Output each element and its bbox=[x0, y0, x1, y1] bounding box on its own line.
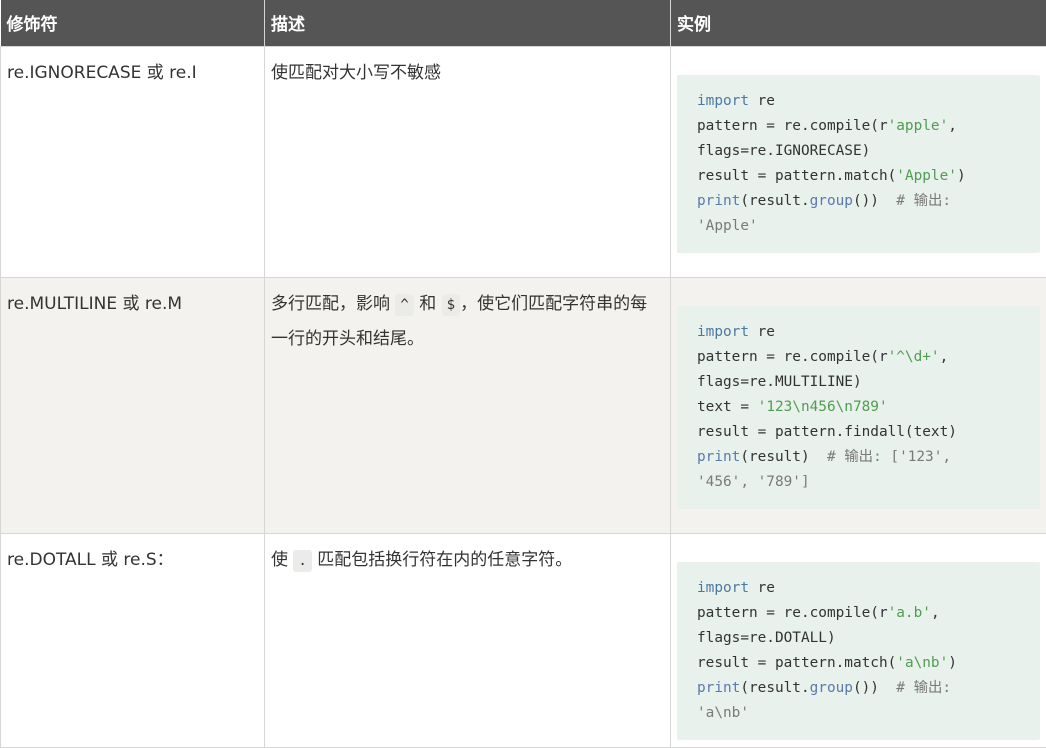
code-text: result = pattern.findall(text) bbox=[697, 424, 957, 440]
code-text: flags=re.DOTALL) bbox=[697, 630, 836, 646]
description-text: 和 bbox=[414, 294, 442, 314]
code-builtin: print bbox=[697, 680, 740, 696]
header-flag: 修饰符 bbox=[1, 0, 265, 46]
table-row: re.DOTALL 或 re.S： 使 . 匹配包括换行符在内的任意字符。 im… bbox=[1, 533, 1046, 747]
code-text: , bbox=[931, 605, 940, 621]
code-text: , bbox=[948, 118, 957, 134]
code-text: (result. bbox=[740, 193, 809, 209]
code-text: ()) bbox=[853, 680, 896, 696]
description-cell: 多行匹配，影响 ^ 和 $，使它们匹配字符串的每一行的开头和结尾。 bbox=[265, 277, 671, 533]
code-text: ()) bbox=[853, 193, 896, 209]
code-string: '123\n456\n789' bbox=[758, 399, 888, 415]
code-comment: # 输出: bbox=[896, 193, 951, 209]
code-keyword: import bbox=[697, 580, 749, 596]
code-comment: 'Apple' bbox=[697, 218, 758, 234]
description-text: 使匹配对大小写不敏感 bbox=[271, 63, 441, 83]
example-cell: import re pattern = re.compile(r'^\d+', … bbox=[671, 277, 1046, 533]
code-keyword: import bbox=[697, 93, 749, 109]
description-cell: 使匹配对大小写不敏感 bbox=[265, 46, 671, 277]
code-text: re bbox=[749, 580, 775, 596]
code-string: 'a.b' bbox=[888, 605, 931, 621]
code-text: pattern = re.compile(r bbox=[697, 349, 888, 365]
flag-name: re.IGNORECASE 或 re.I bbox=[7, 63, 197, 83]
code-string: 'a\nb' bbox=[896, 655, 948, 671]
description-cell: 使 . 匹配包括换行符在内的任意字符。 bbox=[265, 533, 671, 747]
code-block: import re pattern = re.compile(r'^\d+', … bbox=[677, 306, 1040, 509]
code-text: flags=re.IGNORECASE) bbox=[697, 143, 870, 159]
example-cell: import re pattern = re.compile(r'a.b', f… bbox=[671, 533, 1046, 747]
code-builtin: print bbox=[697, 193, 740, 209]
code-string: 'apple' bbox=[888, 118, 949, 134]
code-block: import re pattern = re.compile(r'apple',… bbox=[677, 75, 1040, 253]
code-text: text = bbox=[697, 399, 758, 415]
code-text: re bbox=[749, 93, 775, 109]
description-text: 匹配包括换行符在内的任意字符。 bbox=[312, 550, 572, 570]
inline-code: ^ bbox=[395, 294, 413, 316]
description-text: 使 bbox=[271, 550, 293, 570]
flag-cell: re.MULTILINE 或 re.M bbox=[1, 277, 265, 533]
code-string: 'Apple' bbox=[896, 168, 957, 184]
flag-cell: re.IGNORECASE 或 re.I bbox=[1, 46, 265, 277]
header-example: 实例 bbox=[671, 0, 1046, 46]
code-keyword: import bbox=[697, 324, 749, 340]
code-method: group bbox=[810, 680, 853, 696]
code-comment: 'a\nb' bbox=[697, 705, 749, 721]
example-cell: import re pattern = re.compile(r'apple',… bbox=[671, 46, 1046, 277]
inline-code: $ bbox=[442, 294, 460, 316]
code-method: group bbox=[810, 193, 853, 209]
code-comment: # 输出: bbox=[896, 680, 951, 696]
code-text: , bbox=[940, 349, 949, 365]
header-row: 修饰符 描述 实例 bbox=[1, 0, 1046, 46]
flag-name: re.MULTILINE 或 re.M bbox=[7, 294, 182, 314]
code-text: pattern = re.compile(r bbox=[697, 118, 888, 134]
code-string: '^\d+' bbox=[888, 349, 940, 365]
table-row: re.MULTILINE 或 re.M 多行匹配，影响 ^ 和 $，使它们匹配字… bbox=[1, 277, 1046, 533]
code-text: ) bbox=[957, 168, 966, 184]
code-comment: '456', '789'] bbox=[697, 474, 810, 490]
flag-name: re.DOTALL 或 re.S： bbox=[7, 550, 174, 570]
code-text: ) bbox=[948, 655, 957, 671]
code-builtin: print bbox=[697, 449, 740, 465]
table-row: re.IGNORECASE 或 re.I 使匹配对大小写不敏感 import r… bbox=[1, 46, 1046, 277]
code-text: (result) bbox=[740, 449, 827, 465]
regex-flags-table: 修饰符 描述 实例 re.IGNORECASE 或 re.I 使匹配对大小写不敏… bbox=[0, 0, 1046, 748]
code-text: result = pattern.match( bbox=[697, 168, 896, 184]
code-text: flags=re.MULTILINE) bbox=[697, 374, 862, 390]
flag-cell: re.DOTALL 或 re.S： bbox=[1, 533, 265, 747]
code-comment: # 输出: ['123', bbox=[827, 449, 951, 465]
code-text: result = pattern.match( bbox=[697, 655, 896, 671]
inline-code: . bbox=[293, 550, 311, 572]
header-description: 描述 bbox=[265, 0, 671, 46]
code-text: re bbox=[749, 324, 775, 340]
code-block: import re pattern = re.compile(r'a.b', f… bbox=[677, 562, 1040, 740]
code-text: (result. bbox=[740, 680, 809, 696]
code-text: pattern = re.compile(r bbox=[697, 605, 888, 621]
description-text: 多行匹配，影响 bbox=[271, 294, 395, 314]
